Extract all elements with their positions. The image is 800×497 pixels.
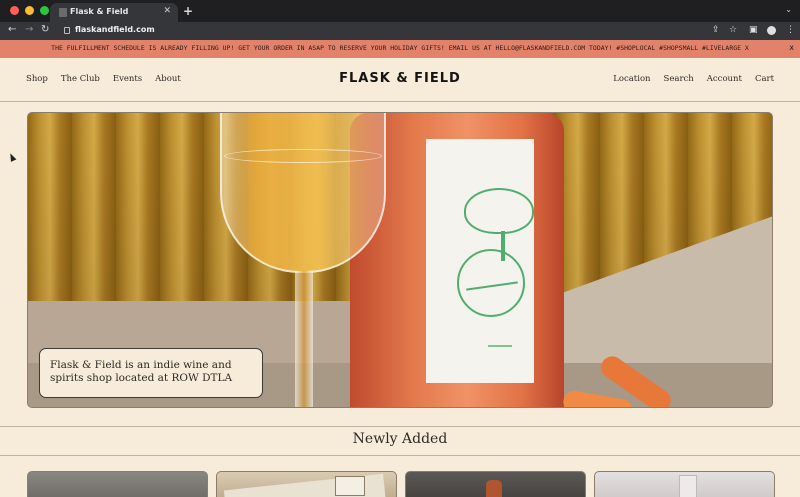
product-card[interactable] (594, 471, 775, 497)
section-title: Newly Added (352, 431, 448, 447)
forward-icon[interactable]: → (25, 24, 33, 35)
close-window-button[interactable] (10, 6, 19, 15)
label-tree-illustration (464, 188, 534, 234)
tab-title: Flask & Field (70, 7, 129, 16)
nav-account[interactable]: Account (707, 74, 742, 84)
profile-icon[interactable] (767, 26, 776, 35)
browser-tab[interactable]: Flask & Field ✕ (50, 3, 178, 22)
banner-text: THE FULFILLMENT SCHEDULE IS ALREADY FILL… (51, 44, 749, 52)
product-card[interactable] (216, 471, 397, 497)
wine-glass-rim (224, 149, 382, 163)
hero-image: Flask & Field is an indie wine and spiri… (27, 112, 773, 408)
tab-search-icon[interactable]: ⌄ (785, 5, 792, 14)
kebab-menu-icon[interactable]: ⋮ (786, 25, 795, 35)
label-small-text (488, 345, 512, 347)
product-card[interactable] (405, 471, 586, 497)
wine-glass (220, 113, 386, 273)
section-divider (0, 455, 800, 456)
nav-location[interactable]: Location (613, 74, 650, 84)
browser-toolbar: ← → ↻ flaskandfield.com ⇪ ☆ ▣ ⋮ (0, 22, 800, 40)
utility-nav: Location Search Account Cart (613, 74, 774, 84)
share-icon[interactable]: ⇪ (712, 25, 720, 35)
new-tab-button[interactable]: + (183, 4, 193, 18)
announcement-banner: THE FULFILLMENT SCHEDULE IS ALREADY FILL… (0, 40, 800, 58)
browser-tab-bar: Flask & Field ✕ + ⌄ (0, 0, 800, 22)
hero-caption: Flask & Field is an indie wine and spiri… (50, 359, 233, 384)
nav-search[interactable]: Search (664, 74, 694, 84)
reload-icon[interactable]: ↻ (41, 24, 49, 35)
window-controls (10, 6, 49, 15)
hero-caption-card: Flask & Field is an indie wine and spiri… (39, 348, 263, 398)
address-bar[interactable]: flaskandfield.com (60, 24, 700, 38)
product-image (679, 475, 697, 497)
product-tag-image (335, 476, 365, 496)
url-text[interactable]: flaskandfield.com (75, 25, 155, 34)
bottle-image (486, 480, 502, 497)
minimize-window-button[interactable] (25, 6, 34, 15)
tab-close-icon[interactable]: ✕ (163, 6, 171, 16)
site-header: Shop The Club Events About FLASK & FIELD… (0, 58, 800, 102)
banner-close-icon[interactable]: x (789, 43, 794, 52)
favicon-icon (59, 8, 67, 17)
mouse-cursor (7, 152, 17, 162)
lock-icon[interactable] (64, 27, 70, 34)
side-panel-icon[interactable]: ▣ (749, 25, 758, 35)
bookmark-star-icon[interactable]: ☆ (729, 25, 737, 35)
wine-glass-stem (295, 271, 313, 407)
product-card[interactable] (27, 471, 208, 497)
nav-cart[interactable]: Cart (755, 74, 774, 84)
maximize-window-button[interactable] (40, 6, 49, 15)
section-divider (0, 426, 800, 427)
back-icon[interactable]: ← (8, 24, 16, 35)
